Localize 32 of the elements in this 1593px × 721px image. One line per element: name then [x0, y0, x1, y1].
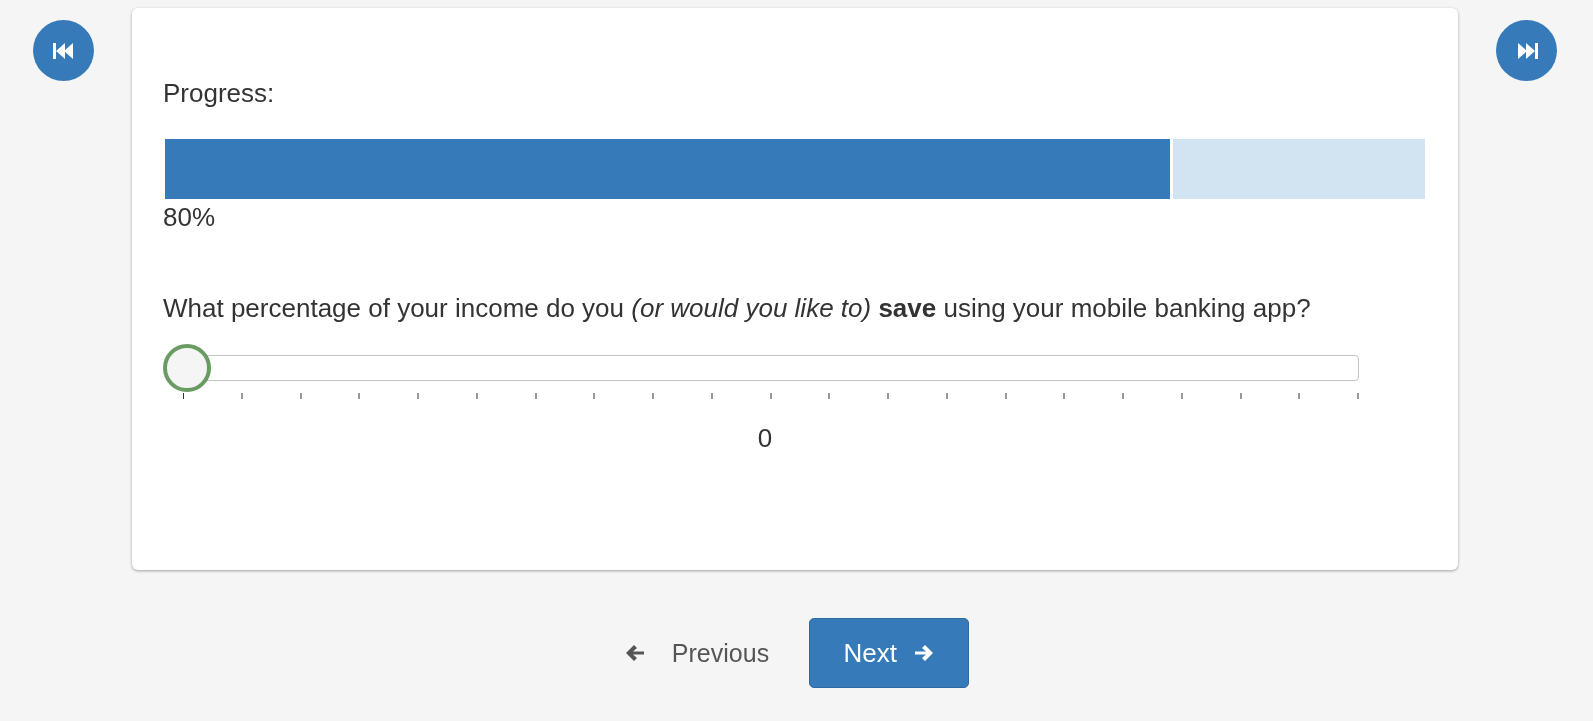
progress-label: Progress:	[163, 77, 276, 109]
tick-mark	[593, 393, 596, 399]
next-button[interactable]: Next	[809, 618, 970, 688]
tick-mark	[828, 393, 831, 399]
tick-mark	[1180, 393, 1183, 399]
tick-mark	[887, 393, 889, 399]
skip-to-start-button[interactable]	[33, 20, 94, 81]
tick-mark	[710, 393, 713, 399]
slider-thumb[interactable]	[163, 344, 211, 392]
tick-mark	[652, 393, 654, 399]
tick-mark	[1004, 393, 1007, 399]
question-text: What percentage of your income do you (or would you like to) save using your mobile banking app?	[163, 293, 1312, 323]
skip-to-start-icon	[51, 40, 76, 61]
tick-mark	[417, 393, 419, 399]
tick-mark	[183, 393, 184, 399]
progress-percentage: 80%	[163, 201, 217, 233]
tick-mark	[769, 393, 772, 399]
tick-mark	[299, 393, 302, 399]
tick-mark	[534, 393, 537, 399]
tick-mark	[1298, 393, 1301, 399]
tick-mark	[240, 393, 243, 399]
tick-mark	[1239, 393, 1242, 399]
tick-mark	[358, 393, 361, 399]
tick-mark	[475, 393, 478, 399]
arrow-right-icon	[912, 643, 935, 663]
slider-value: 0	[757, 423, 773, 453]
previous-button[interactable]: Previous	[611, 618, 782, 688]
tick-mark	[1063, 393, 1066, 399]
tick-mark	[1357, 393, 1359, 399]
tick-mark	[1122, 393, 1124, 399]
skip-to-end-button[interactable]	[1496, 20, 1557, 81]
tick-mark	[945, 393, 948, 399]
